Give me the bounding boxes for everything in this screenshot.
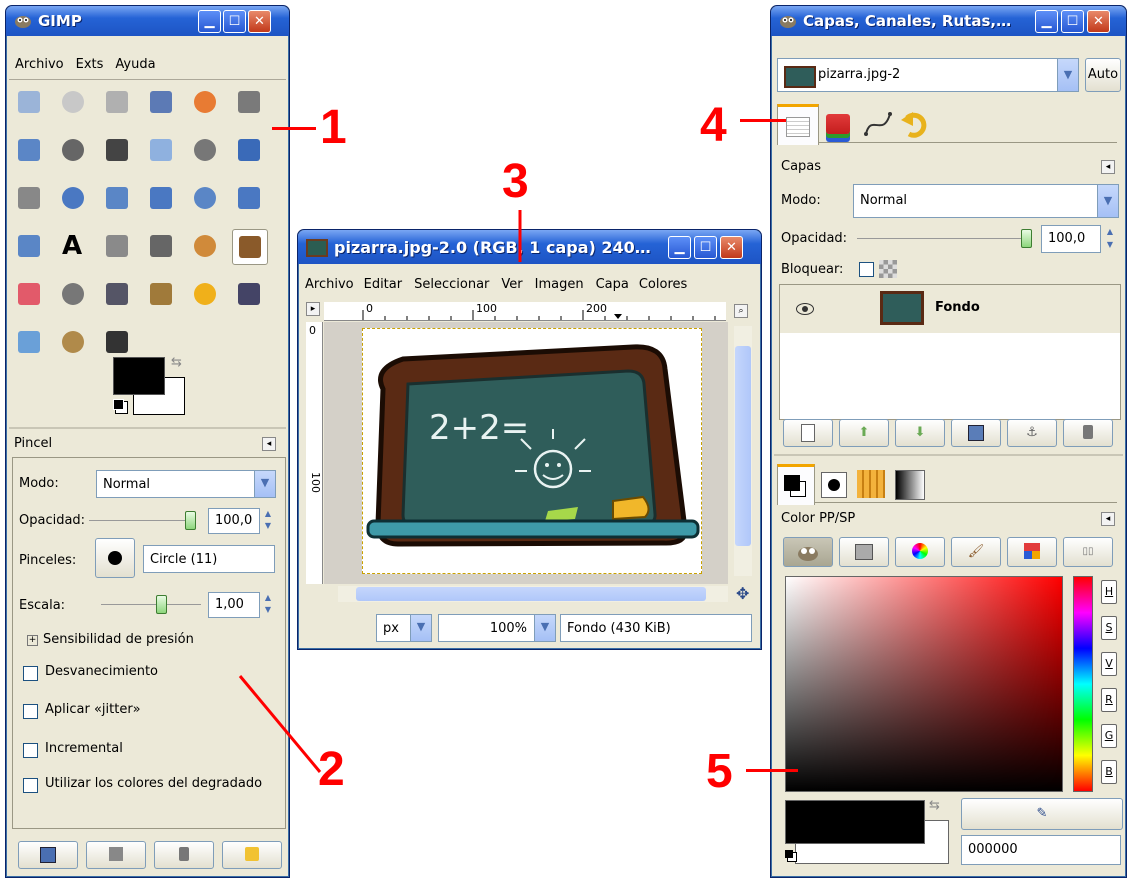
callout-3: 3 [502, 155, 529, 208]
callout-2: 2 [318, 743, 345, 796]
callout-4-line [740, 119, 786, 122]
callout-5: 5 [706, 745, 733, 798]
callout-2-line [238, 210, 522, 773]
callout-4: 4 [700, 99, 727, 152]
callout-5-line [746, 769, 798, 772]
